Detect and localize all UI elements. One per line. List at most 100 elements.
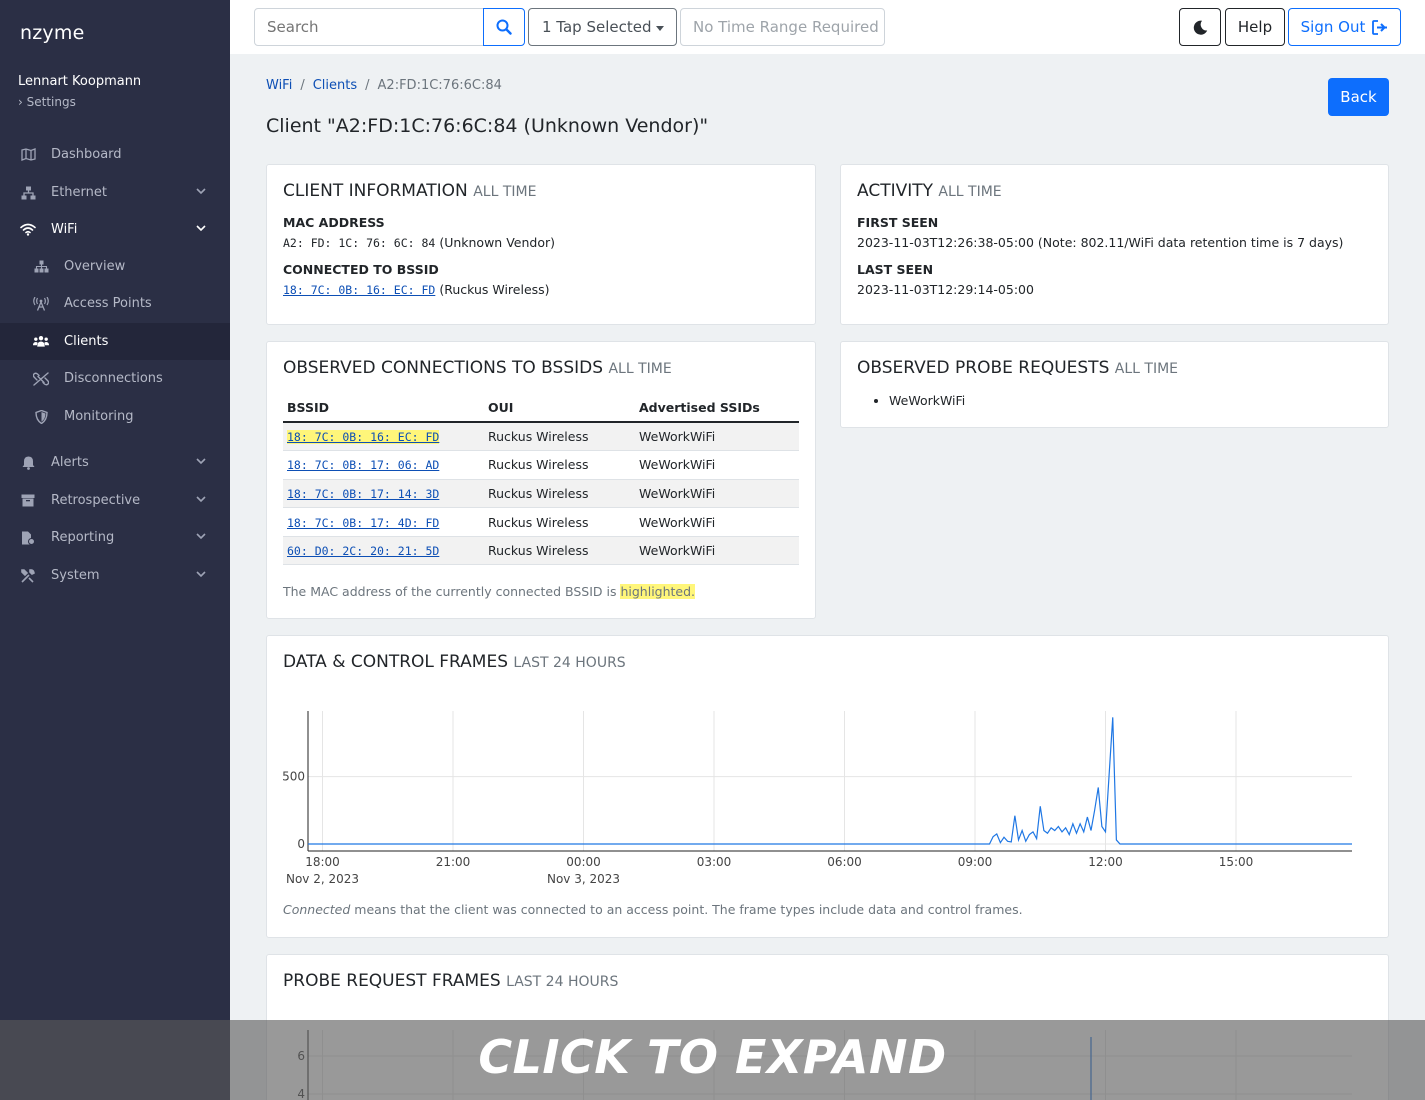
settings-link[interactable]: › Settings: [18, 95, 76, 109]
file-chart-icon: [20, 530, 36, 546]
sidebar-item-label: WiFi: [51, 222, 78, 237]
ssid-cell: WeWorkWiFi: [635, 479, 799, 509]
connected-bssid-label: CONNECTED TO BSSID: [283, 262, 439, 277]
observed-connections-card: OBSERVED CONNECTIONS TO BSSIDS ALL TIME …: [266, 341, 816, 619]
series-line: [308, 717, 1352, 845]
sidebar-item-reporting[interactable]: Reporting: [0, 519, 230, 556]
search-button[interactable]: [483, 8, 525, 46]
bssid-link[interactable]: 18: 7C: 0B: 17: 06: AD: [287, 458, 439, 472]
sign-out-icon: [1372, 19, 1388, 35]
bssid-table: BSSID OUI Advertised SSIDs 18: 7C: 0B: 1…: [283, 394, 799, 566]
sidebar-item-label: Overview: [64, 259, 126, 274]
sitemap-icon: [33, 259, 49, 275]
x-tick-label: 18:00: [305, 855, 340, 869]
sign-out-button[interactable]: Sign Out: [1288, 8, 1401, 46]
user-name: Lennart Koopmann: [18, 74, 142, 89]
sidebar-item-label: Dashboard: [51, 147, 122, 162]
bssid-link[interactable]: 60: D0: 2C: 20: 21: 5D: [287, 544, 439, 558]
users-icon: [33, 334, 49, 350]
settings-label: Settings: [26, 95, 76, 109]
tap-selector-label: 1 Tap Selected: [542, 18, 652, 36]
oui-cell: Ruckus Wireless: [484, 507, 635, 537]
sidebar-item-label: Alerts: [51, 455, 89, 470]
ssid-cell: WeWorkWiFi: [635, 450, 799, 480]
first-seen-value: 2023-11-03T12:26:38-05:00 (Note: 802.11/…: [857, 235, 1344, 250]
table-row: 18: 7C: 0B: 16: EC: FD Ruckus Wireless W…: [283, 422, 799, 452]
sidebar-item-disconnections[interactable]: Disconnections: [0, 360, 230, 397]
chart-note: Connected means that the client was conn…: [283, 902, 1023, 917]
time-range-field[interactable]: No Time Range Required: [680, 8, 885, 46]
sidebar-item-system[interactable]: System: [0, 557, 230, 594]
column-header: Advertised SSIDs: [635, 394, 799, 423]
dark-mode-button[interactable]: [1179, 8, 1221, 46]
breadcrumb-current: A2:FD:1C:76:6C:84: [377, 78, 502, 93]
card-title: CLIENT INFORMATION ALL TIME: [283, 181, 537, 201]
breadcrumb-wifi[interactable]: WiFi: [266, 78, 292, 93]
chevron-down-icon: [196, 188, 206, 195]
caret-down-icon: [656, 26, 664, 31]
mac-address-label: MAC ADDRESS: [283, 215, 385, 230]
breadcrumb: WiFi / Clients / A2:FD:1C:76:6C:84: [266, 78, 502, 93]
wifi-icon: [20, 222, 36, 238]
x-tick-label: 00:00: [566, 855, 601, 869]
sidebar-item-label: Monitoring: [64, 409, 134, 424]
oui-cell: Ruckus Wireless: [484, 422, 635, 452]
table-row: 18: 7C: 0B: 17: 06: AD Ruckus Wireless W…: [283, 450, 799, 480]
sidebar-item-retrospective[interactable]: Retrospective: [0, 482, 230, 519]
bssid-link[interactable]: 18: 7C: 0B: 16: EC: FD: [287, 430, 440, 445]
x-tick-date-label: Nov 3, 2023: [547, 872, 620, 886]
chevron-down-icon: [196, 225, 206, 232]
x-tick-label: 21:00: [436, 855, 471, 869]
brand-logo[interactable]: nzyme: [20, 22, 84, 44]
sidebar: nzyme Lennart Koopmann › Settings Dashbo…: [0, 0, 230, 1100]
search-input[interactable]: [254, 8, 484, 46]
x-tick-label: 06:00: [827, 855, 862, 869]
table-row: 60: D0: 2C: 20: 21: 5D Ruckus Wireless W…: [283, 536, 799, 566]
sidebar-item-ethernet[interactable]: Ethernet: [0, 174, 230, 211]
expand-overlay-label[interactable]: CLICK TO EXPAND: [0, 1030, 1425, 1084]
y-tick-label: 0: [297, 837, 305, 851]
sidebar-item-overview[interactable]: Overview: [0, 248, 230, 285]
sidebar-item-label: Retrospective: [51, 493, 141, 508]
bssid-link[interactable]: 18: 7C: 0B: 17: 14: 3D: [287, 487, 439, 501]
sidebar-item-alerts[interactable]: Alerts: [0, 444, 230, 481]
sidebar-item-label: Access Points: [64, 296, 152, 311]
map-icon: [20, 147, 36, 163]
tap-selector[interactable]: 1 Tap Selected: [528, 8, 677, 46]
column-header: OUI: [484, 394, 635, 423]
data-control-frames-card: DATA & CONTROL FRAMES LAST 24 HOURS 18:0…: [266, 635, 1389, 938]
x-tick-label: 03:00: [697, 855, 732, 869]
card-title: OBSERVED PROBE REQUESTS ALL TIME: [857, 358, 1179, 378]
ssid-cell: WeWorkWiFi: [635, 536, 799, 566]
back-button[interactable]: Back: [1328, 78, 1389, 116]
shield-icon: [33, 409, 49, 425]
chevron-down-icon: [196, 571, 206, 578]
help-button[interactable]: Help: [1225, 8, 1285, 46]
mac-address-value: A2: FD: 1C: 76: 6C: 84 (Unknown Vendor): [283, 235, 555, 250]
activity-card: ACTIVITY ALL TIME FIRST SEEN 2023-11-03T…: [840, 164, 1389, 325]
ssid-cell: WeWorkWiFi: [635, 422, 799, 452]
moon-icon: [1193, 20, 1207, 35]
breadcrumb-separator: /: [300, 78, 305, 93]
unlink-icon: [33, 371, 49, 387]
data-frames-chart[interactable]: 18:00 Nov 2, 2023 21:00 00:00 Nov 3, 2023 03:…: [267, 636, 1388, 896]
column-header: BSSID: [283, 394, 484, 423]
sidebar-item-clients[interactable]: Clients: [0, 323, 230, 360]
x-tick-label: 15:00: [1219, 855, 1254, 869]
sidebar-item-dashboard[interactable]: Dashboard: [0, 136, 230, 173]
oui-cell: Ruckus Wireless: [484, 536, 635, 566]
card-title: OBSERVED CONNECTIONS TO BSSIDS ALL TIME: [283, 358, 672, 378]
bssid-link[interactable]: 18: 7C: 0B: 17: 4D: FD: [287, 516, 439, 530]
table-header-row: BSSID OUI Advertised SSIDs: [283, 394, 799, 423]
ssid-cell: WeWorkWiFi: [635, 507, 799, 537]
bell-icon: [20, 455, 36, 471]
breadcrumb-clients[interactable]: Clients: [313, 78, 357, 93]
connected-bssid-link[interactable]: 18: 7C: 0B: 16: EC: FD: [283, 283, 435, 297]
sidebar-item-wifi[interactable]: WiFi: [0, 211, 230, 248]
sidebar-item-monitoring[interactable]: Monitoring: [0, 398, 230, 435]
last-seen-label: LAST SEEN: [857, 262, 934, 277]
sign-out-label: Sign Out: [1300, 18, 1366, 36]
sidebar-item-access-points[interactable]: Access Points: [0, 285, 230, 322]
sidebar-item-label: System: [51, 568, 100, 583]
y-tick-label: 500: [282, 770, 305, 784]
